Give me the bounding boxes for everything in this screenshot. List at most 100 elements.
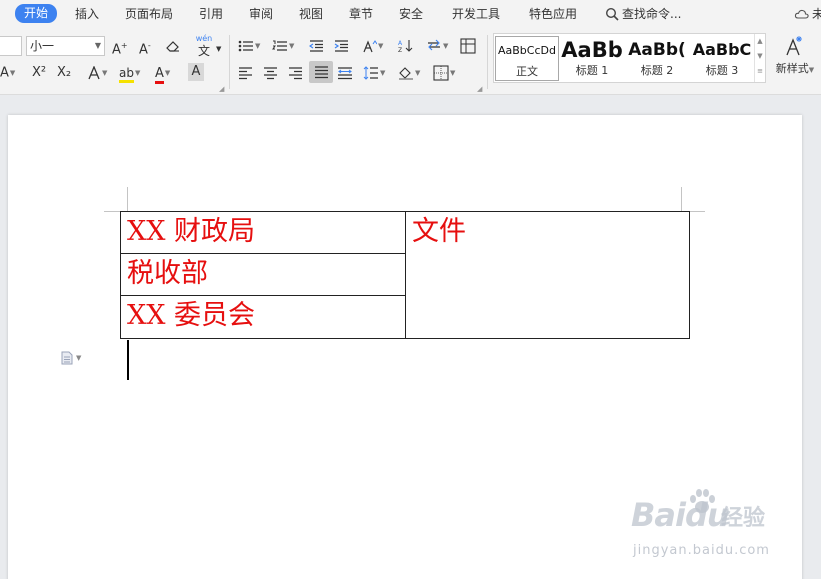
style-heading-2[interactable]: AaBb( 标题 2 (625, 36, 689, 81)
sort-button[interactable]: AZ (398, 36, 414, 56)
case-icon (363, 40, 378, 53)
baidu-jingyan-watermark: Baidu 经验 jingyan.baidu.com (631, 486, 776, 566)
effect-label: A (0, 65, 9, 81)
superscript-button[interactable]: X² (32, 63, 46, 83)
table-cell-document-title[interactable]: 文件 (405, 211, 690, 339)
style-sample: AaBbCcDd (498, 44, 556, 57)
search-icon (605, 7, 619, 21)
tab-chapter[interactable]: 章节 (349, 5, 373, 23)
eraser-icon (166, 40, 179, 52)
line-spacing-icon (363, 66, 378, 80)
watermark-url: jingyan.baidu.com (633, 543, 770, 558)
chevron-down-icon: ▼ (94, 41, 101, 50)
menu-bar: 开始 插入 页面布局 引用 审阅 视图 章节 安全 开发工具 特色应用 查找命令… (0, 0, 821, 27)
font-color-label: A (155, 66, 164, 84)
style-heading-3[interactable]: AaBbC 标题 3 (690, 36, 754, 81)
paint-bucket-icon (399, 67, 413, 80)
tab-review[interactable]: 审阅 (249, 5, 273, 23)
bullets-button[interactable]: ▼ (238, 36, 260, 56)
outline-a-icon (88, 65, 100, 80)
tab-page-layout[interactable]: 页面布局 (125, 5, 173, 23)
borders-button[interactable]: ▼ (433, 63, 455, 83)
numbered-list-icon (272, 40, 287, 51)
align-left-button[interactable] (238, 63, 253, 83)
style-name: 标题 3 (705, 64, 739, 77)
font-size-value: 小一 (30, 39, 55, 53)
grid-icon (460, 37, 476, 54)
table-cell-issuer-1[interactable]: XX 财政局 (120, 211, 406, 254)
watermark-logo: Baidu (631, 496, 730, 534)
cloud-icon (794, 9, 809, 19)
char-shading-button[interactable]: A (188, 63, 204, 81)
tab-view[interactable]: 视图 (299, 5, 323, 23)
scroll-up-icon[interactable]: ▲ (755, 34, 765, 49)
phonetic-label: 文 (197, 44, 210, 58)
svg-text:Z: Z (398, 47, 402, 53)
numbering-button[interactable]: ▼ (272, 36, 294, 56)
style-sample: AaBb (561, 38, 623, 62)
text-outline-button[interactable]: ▼ (87, 63, 107, 83)
tab-home[interactable]: 开始 (15, 4, 58, 23)
highlight-label: ab (119, 66, 134, 83)
style-name: 标题 1 (575, 64, 609, 77)
scroll-down-icon[interactable]: ▼ (755, 49, 765, 64)
justify-button[interactable] (309, 61, 333, 83)
text-effect-button[interactable]: A▼ (0, 63, 15, 83)
table-cell-issuer-3[interactable]: XX 委员会 (120, 295, 406, 339)
new-style-button[interactable]: 新样式▼ (773, 35, 817, 76)
chevron-down-icon: ▼ (76, 354, 82, 362)
font-name-select[interactable] (0, 36, 22, 56)
phonetic-guide-button[interactable]: wén 文 (192, 33, 216, 57)
align-center-button[interactable] (263, 63, 278, 83)
bullet-list-icon (238, 40, 253, 52)
align-right-button[interactable] (288, 63, 303, 83)
distributed-button[interactable] (337, 63, 353, 83)
phonetic-dropdown[interactable]: ▼ (216, 39, 221, 59)
highlight-button[interactable]: ab▼ (119, 63, 140, 83)
styles-gallery: AaBbCcDd 正文 AaBb 标题 1 AaBb( 标题 2 AaBbC 标… (493, 33, 766, 83)
font-dialog-launcher[interactable]: ◢ (219, 85, 224, 93)
change-case-button[interactable]: ▼ (361, 36, 383, 56)
paragraph-layout-button[interactable]: ▼ (61, 351, 81, 365)
letterhead-table[interactable]: XX 财政局 文件 税收部 XX 委员会 (120, 211, 690, 339)
text-cursor (127, 340, 129, 380)
paragraph-mark-icon (428, 39, 440, 51)
decrease-indent-button[interactable] (308, 36, 324, 56)
margin-mark (104, 211, 120, 212)
tab-insert[interactable]: 插入 (75, 5, 99, 23)
show-hide-marks-button[interactable]: ▼ (426, 36, 448, 56)
font-color-button[interactable]: A▼ (155, 63, 170, 84)
subscript-button[interactable]: X₂ (57, 63, 71, 83)
align-right-icon (289, 66, 302, 79)
tab-special-features[interactable]: 特色应用 (529, 5, 577, 23)
style-normal[interactable]: AaBbCcDd 正文 (495, 36, 559, 81)
border-icon (433, 65, 449, 81)
tab-developer[interactable]: 开发工具 (452, 5, 500, 23)
shading-button[interactable]: ▼ (398, 63, 420, 83)
align-left-icon (239, 66, 252, 79)
font-size-select[interactable]: 小一 ▼ (26, 36, 105, 56)
tab-references[interactable]: 引用 (199, 5, 223, 23)
justify-icon (314, 65, 328, 78)
command-search[interactable]: 查找命令... (605, 5, 681, 23)
table-of-contents-button[interactable] (460, 36, 476, 56)
tab-security[interactable]: 安全 (399, 5, 423, 23)
gallery-expand-icon[interactable]: ≡ (755, 64, 765, 79)
shrink-font-label: A (139, 42, 148, 58)
indent-icon (334, 39, 348, 52)
table-cell-issuer-2[interactable]: 税收部 (120, 253, 406, 296)
paragraph-dialog-launcher[interactable]: ◢ (477, 85, 482, 93)
increase-indent-button[interactable] (334, 36, 349, 56)
margin-mark (681, 187, 682, 211)
separator (487, 35, 488, 89)
shrink-font-button[interactable]: A- (139, 36, 151, 58)
ribbon-toolbar: 小一 ▼ A+ A- wén 文 ▼ A▼ X² X₂ ▼ ab▼ A▼ A ◢… (0, 27, 821, 95)
style-name: 标题 2 (640, 64, 674, 77)
line-spacing-button[interactable]: ▼ (363, 63, 385, 83)
gallery-scrollbar[interactable]: ▲ ▼ ≡ (754, 34, 765, 82)
clear-format-button[interactable] (165, 36, 181, 56)
style-heading-1[interactable]: AaBb 标题 1 (560, 36, 624, 81)
cloud-sync-button[interactable]: 未 (794, 5, 821, 23)
grow-font-button[interactable]: A+ (112, 36, 128, 57)
style-sample: AaBb( (628, 40, 686, 60)
